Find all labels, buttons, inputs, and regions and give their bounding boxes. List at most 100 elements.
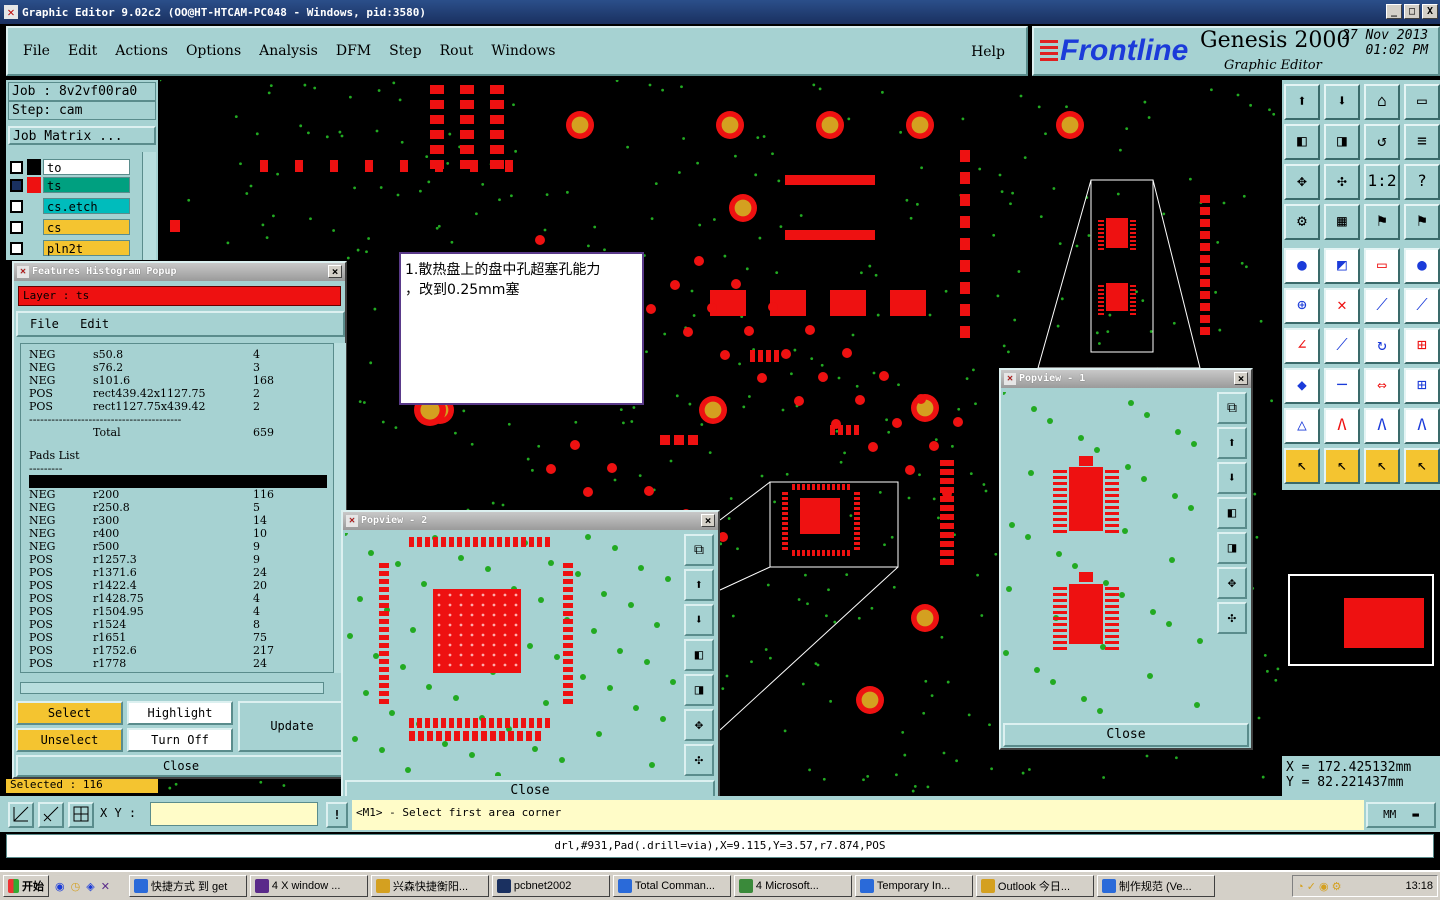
histogram-row[interactable]: POS r1257.3 9 <box>29 553 333 566</box>
arc-b-icon[interactable]: Ʌ <box>1404 408 1440 444</box>
angle-icon[interactable]: ∠ <box>1284 328 1320 364</box>
cross-icon[interactable]: ✕ <box>1324 288 1360 324</box>
flag-alt-icon[interactable]: ⚑ <box>1404 204 1440 240</box>
menu-rout[interactable]: Rout <box>438 41 476 61</box>
histogram-row[interactable]: POS r1422.4 20 <box>29 579 333 592</box>
close-icon[interactable]: × <box>328 265 342 278</box>
histogram-row[interactable]: POS r1651 75 <box>29 631 333 644</box>
histogram-row[interactable]: NEG s50.8 4 <box>29 348 333 361</box>
zoom-fit-icon[interactable]: ✥ <box>1284 164 1320 200</box>
layer-row-ts[interactable]: ts <box>10 176 130 194</box>
maximize-button[interactable]: □ <box>1404 4 1420 19</box>
popview2-tool-icon[interactable]: ✣ <box>684 744 714 776</box>
popview1-tool-icon[interactable]: ⧉ <box>1217 392 1247 424</box>
popview1-tool-icon[interactable]: ⬇ <box>1217 462 1247 494</box>
menu-analysis[interactable]: Analysis <box>257 41 320 61</box>
histogram-row[interactable]: NEG r400 10 <box>29 527 333 540</box>
histogram-row[interactable]: POS r1371.6 24 <box>29 566 333 579</box>
color-icon[interactable]: ◩ <box>1324 248 1360 284</box>
units-selector[interactable]: MM ▬ <box>1366 802 1436 828</box>
xy-input[interactable] <box>150 802 318 826</box>
popview1-tool-icon[interactable]: ◨ <box>1217 532 1247 564</box>
popview2-tool-icon[interactable]: ◧ <box>684 639 714 671</box>
mirror-icon[interactable]: ⊞ <box>1404 328 1440 364</box>
histogram-row[interactable]: NEG r500 9 <box>29 540 333 553</box>
histogram-row[interactable]: POS rect439.42x1127.75 2 <box>29 387 333 400</box>
taskbar-item[interactable]: 快捷方式 到 get <box>128 875 247 897</box>
home-icon[interactable]: ⌂ <box>1364 84 1400 120</box>
close-window-button[interactable]: X <box>1422 4 1438 19</box>
histogram-row[interactable]: POS rect1127.75x439.42 2 <box>29 400 333 413</box>
ruler-icon[interactable]: ▭ <box>1364 248 1400 284</box>
connect-icon[interactable]: ⊕ <box>1284 288 1320 324</box>
window-icon[interactable]: ▭ <box>1404 84 1440 120</box>
histogram-row[interactable]: POS r1428.75 4 <box>29 592 333 605</box>
start-button[interactable]: 开始 <box>3 875 49 897</box>
layer-scrollbar[interactable] <box>142 152 156 260</box>
grid-icon[interactable] <box>68 802 94 828</box>
undo-icon[interactable]: ↺ <box>1364 124 1400 160</box>
close-icon[interactable]: × <box>701 514 715 527</box>
taskbar-item[interactable]: 制作规范 (Ve... <box>1096 875 1215 897</box>
arc-icon[interactable]: Ʌ <box>1324 408 1360 444</box>
histogram-row[interactable]: NEG r250.8 5 <box>29 501 333 514</box>
job-matrix-button[interactable]: Job Matrix ... <box>8 126 156 145</box>
pointer-a-icon[interactable]: ↖ <box>1324 448 1360 484</box>
hist-menu-file[interactable]: File <box>30 317 59 331</box>
scale-icon[interactable]: ⇔ <box>1364 368 1400 404</box>
zoom-center-icon[interactable]: ✣ <box>1324 164 1360 200</box>
layer-row-pln2t[interactable]: pln2t <box>10 239 130 257</box>
layer-checkbox[interactable] <box>10 241 23 255</box>
histogram-row[interactable]: NEG s101.6 168 <box>29 374 333 387</box>
taskbar-item[interactable]: Temporary In... <box>854 875 973 897</box>
flag-icon[interactable]: ⚑ <box>1364 204 1400 240</box>
turn-off-button[interactable]: Turn Off <box>127 728 233 752</box>
popview2-tool-icon[interactable]: ⬇ <box>684 604 714 636</box>
popview2-tool-icon[interactable]: ✥ <box>684 709 714 741</box>
highlight-button[interactable]: Highlight <box>127 701 233 725</box>
popview2-tool-icon[interactable]: ⧉ <box>684 534 714 566</box>
ie-icon[interactable]: ◉ <box>55 880 65 893</box>
arc-a-icon[interactable]: Ʌ <box>1364 408 1400 444</box>
settings-icon[interactable]: ⚙ <box>1284 204 1320 240</box>
pan-left-icon[interactable]: ◧ <box>1284 124 1320 160</box>
overview-frame[interactable] <box>1288 574 1434 666</box>
pointer-c-icon[interactable]: ↖ <box>1404 448 1440 484</box>
help-icon[interactable]: ? <box>1404 164 1440 200</box>
menu-step[interactable]: Step <box>387 41 423 61</box>
line-alt-icon[interactable]: ⟋ <box>1404 288 1440 324</box>
alert-icon[interactable]: ! <box>326 802 348 828</box>
minimize-button[interactable]: _ <box>1386 4 1402 19</box>
histogram-row[interactable]: POS r1778 24 <box>29 657 333 670</box>
popview2-tool-icon[interactable]: ⬆ <box>684 569 714 601</box>
taskbar-item[interactable]: Outlook 今日... <box>975 875 1094 897</box>
diamond-icon[interactable]: ◆ <box>1284 368 1320 404</box>
hist-menu-edit[interactable]: Edit <box>80 317 109 331</box>
taskbar-item[interactable]: 4 X window ... <box>249 875 368 897</box>
popview2-tool-icon[interactable]: ◨ <box>684 674 714 706</box>
zoom-area-icon[interactable] <box>8 802 34 828</box>
point-icon[interactable]: ● <box>1404 248 1440 284</box>
folder-icon[interactable]: ◈ <box>86 880 94 893</box>
list-icon[interactable]: ≡ <box>1404 124 1440 160</box>
select-button[interactable]: Select <box>16 701 123 725</box>
popview1-canvas[interactable] <box>1003 392 1213 717</box>
zoom-ratio-icon[interactable]: 1:2 <box>1364 164 1400 200</box>
popview1-close-button[interactable]: Close <box>1003 723 1249 747</box>
layer-checkbox[interactable] <box>10 199 23 213</box>
layer-checkbox[interactable] <box>10 160 23 174</box>
taskbar-item[interactable]: pcbnet2002 <box>491 875 610 897</box>
histogram-row[interactable]: POS r1524 8 <box>29 618 333 631</box>
popview1-tool-icon[interactable]: ✥ <box>1217 567 1247 599</box>
clock-icon[interactable]: ◷ <box>71 880 81 893</box>
popview1-titlebar[interactable]: ✕ Popview - 1 × <box>1001 370 1251 388</box>
rotate-icon[interactable]: ↻ <box>1364 328 1400 364</box>
layer-checkbox[interactable] <box>10 220 23 234</box>
histogram-row[interactable]: POS r1752.6 217 <box>29 644 333 657</box>
circle-icon[interactable]: ● <box>1284 248 1320 284</box>
histogram-row[interactable]: POS r1504.95 4 <box>29 605 333 618</box>
popview2-titlebar[interactable]: ✕ Popview - 2 × <box>343 512 718 530</box>
histogram-titlebar[interactable]: ✕ Features Histogram Popup × <box>14 263 345 281</box>
unselect-button[interactable]: Unselect <box>16 728 123 752</box>
page-up-icon[interactable]: ⬆ <box>1284 84 1320 120</box>
